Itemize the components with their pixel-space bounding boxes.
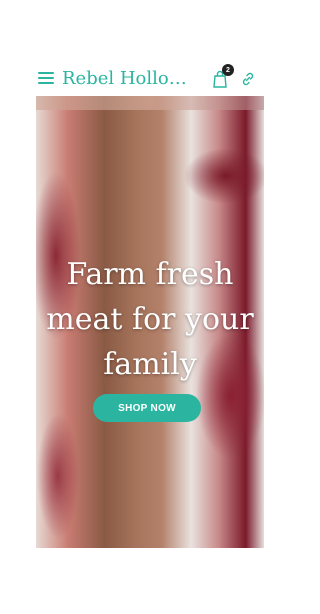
cart-count-badge: 2 [222,64,234,76]
link-icon[interactable] [240,71,256,87]
hero-top-strip [36,96,264,110]
hamburger-icon[interactable] [38,72,54,84]
app-screen: Rebel Hollow F... 2 Farm fresh meat for … [36,62,264,548]
shop-now-button[interactable]: SHOP NOW [93,394,201,422]
store-title[interactable]: Rebel Hollow F... [62,68,202,89]
top-header: Rebel Hollow F... 2 [36,62,264,96]
hero-headline: Farm fresh meat for your family [46,257,254,382]
